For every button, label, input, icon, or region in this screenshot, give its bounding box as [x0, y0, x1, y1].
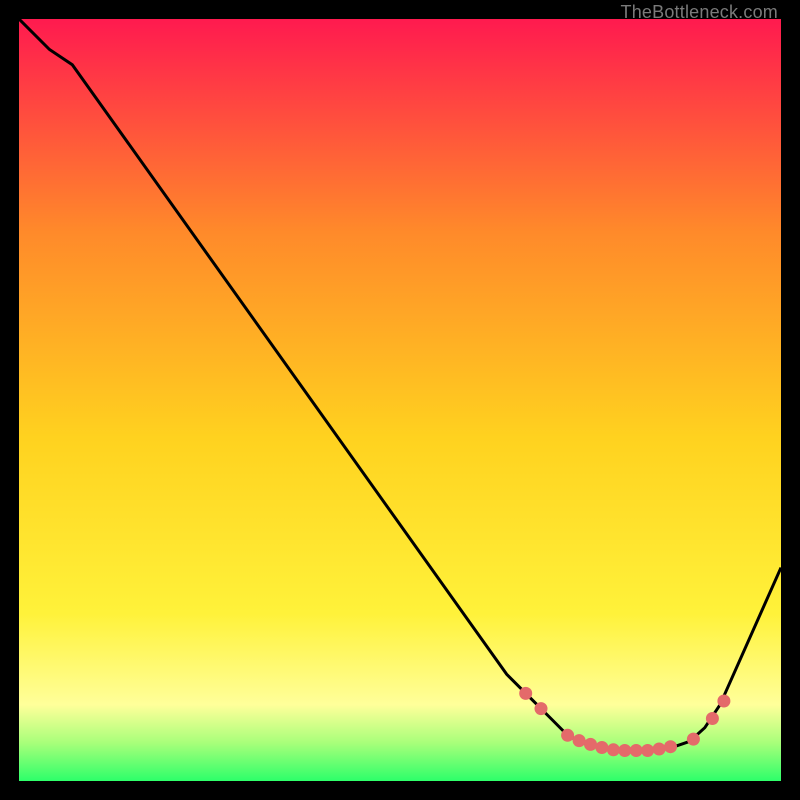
bottleneck-curve — [19, 19, 781, 751]
plot-area — [19, 19, 781, 781]
chart-canvas: TheBottleneck.com — [0, 0, 800, 800]
highlight-dot — [618, 744, 631, 757]
curve-layer — [19, 19, 781, 781]
highlight-dot — [573, 734, 586, 747]
highlight-dot — [584, 738, 597, 751]
highlight-dot — [630, 744, 643, 757]
highlight-dot — [706, 712, 719, 725]
highlight-dot — [535, 702, 548, 715]
attribution-label: TheBottleneck.com — [621, 2, 778, 23]
highlight-dot — [641, 744, 654, 757]
highlight-dots — [519, 687, 730, 757]
highlight-dot — [595, 741, 608, 754]
highlight-dot — [664, 740, 677, 753]
highlight-dot — [607, 743, 620, 756]
highlight-dot — [561, 729, 574, 742]
highlight-dot — [519, 687, 532, 700]
highlight-dot — [717, 695, 730, 708]
highlight-dot — [687, 733, 700, 746]
highlight-dot — [653, 743, 666, 756]
